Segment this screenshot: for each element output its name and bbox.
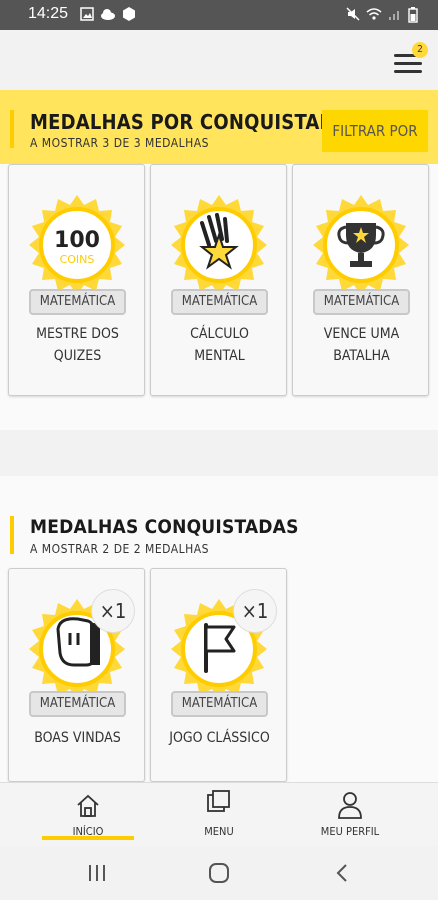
- mute-icon: [346, 7, 360, 21]
- subject-tag: MATEMÁTICA: [171, 691, 268, 717]
- person-icon: [338, 792, 362, 819]
- nav-menu[interactable]: MENU: [169, 783, 269, 847]
- accent-bar: [10, 110, 14, 148]
- active-tab-indicator: [42, 836, 134, 840]
- earned-count: ×1: [233, 589, 277, 633]
- medal-card[interactable]: MATEMÁTICA CÁLCULO MENTAL: [150, 164, 287, 396]
- system-icons: [346, 7, 418, 23]
- nav-label: MEU PERFIL: [320, 825, 380, 838]
- subject-tag: MATEMÁTICA: [29, 289, 126, 315]
- medal-card[interactable]: MATEMÁTICA VENCE UMA BATALHA: [292, 164, 429, 396]
- status-bar: 14:25: [0, 0, 438, 30]
- recent-apps-icon[interactable]: [86, 862, 108, 884]
- signal-icon: [389, 11, 399, 20]
- subject-tag: MATEMÁTICA: [29, 691, 126, 717]
- menu-line: [394, 70, 422, 73]
- medal-title-line2: MENTAL: [194, 348, 245, 364]
- cards-icon: [207, 790, 230, 812]
- notification-badge: 2: [412, 42, 428, 58]
- image-icon: [80, 7, 94, 21]
- unearned-header: MEDALHAS POR CONQUISTAR A MOSTRAR 3 DE 3…: [0, 90, 438, 164]
- earned-count: ×1: [91, 589, 135, 633]
- medal-title: JOGO CLÁSSICO: [169, 730, 270, 746]
- menu-line: [394, 62, 422, 65]
- section-subtitle: A MOSTRAR 3 DE 3 MEDALHAS: [30, 136, 210, 150]
- back-icon[interactable]: [332, 862, 352, 884]
- medal-title-line2: BATALHA: [333, 348, 390, 364]
- badge-sub: COINS: [60, 253, 95, 266]
- subject-tag: MATEMÁTICA: [171, 289, 268, 315]
- accent-bar: [10, 516, 14, 554]
- medal-card[interactable]: ×1 MATEMÁTICA JOGO CLÁSSICO: [150, 568, 287, 782]
- hexagon-icon: [123, 7, 135, 21]
- unearned-medals-section: MEDALHAS POR CONQUISTAR A MOSTRAR 3 DE 3…: [0, 90, 438, 430]
- home-icon: [77, 794, 99, 817]
- home-system-icon[interactable]: [207, 861, 231, 885]
- section-title: MEDALHAS POR CONQUISTAR: [30, 110, 334, 134]
- app-header: 2: [0, 30, 438, 90]
- filter-button[interactable]: FILTRAR POR: [322, 110, 428, 152]
- clock: 14:25: [28, 5, 69, 22]
- medal-title-line2: QUIZES: [53, 348, 102, 364]
- subject-tag: MATEMÁTICA: [313, 289, 410, 315]
- wifi-icon: [366, 8, 382, 20]
- badge-number: 100: [54, 228, 100, 253]
- notification-icons: [80, 7, 136, 21]
- nav-label: MENU: [204, 825, 234, 838]
- medal-title: VENCE UMA: [323, 326, 400, 342]
- medal-title: BOAS VINDAS: [34, 730, 121, 746]
- nav-profile[interactable]: MEU PERFIL: [300, 783, 400, 847]
- section-subtitle: A MOSTRAR 2 DE 2 MEDALHAS: [30, 542, 210, 556]
- cloud-icon: [101, 9, 115, 20]
- battery-icon: [408, 7, 418, 23]
- medal-card[interactable]: ×1 MATEMÁTICA BOAS VINDAS: [8, 568, 145, 782]
- medal-title: MESTRE DOS: [36, 326, 119, 342]
- earned-medals-section: MEDALHAS CONQUISTADAS A MOSTRAR 2 DE 2 M…: [0, 476, 438, 782]
- medal-title: CÁLCULO: [190, 326, 249, 342]
- section-title: MEDALHAS CONQUISTADAS: [30, 516, 299, 538]
- medal-card[interactable]: 100 COINS MATEMÁTICA MESTRE DOS QUIZES: [8, 164, 145, 396]
- section-gap: [0, 430, 438, 476]
- system-navigation: [0, 846, 438, 900]
